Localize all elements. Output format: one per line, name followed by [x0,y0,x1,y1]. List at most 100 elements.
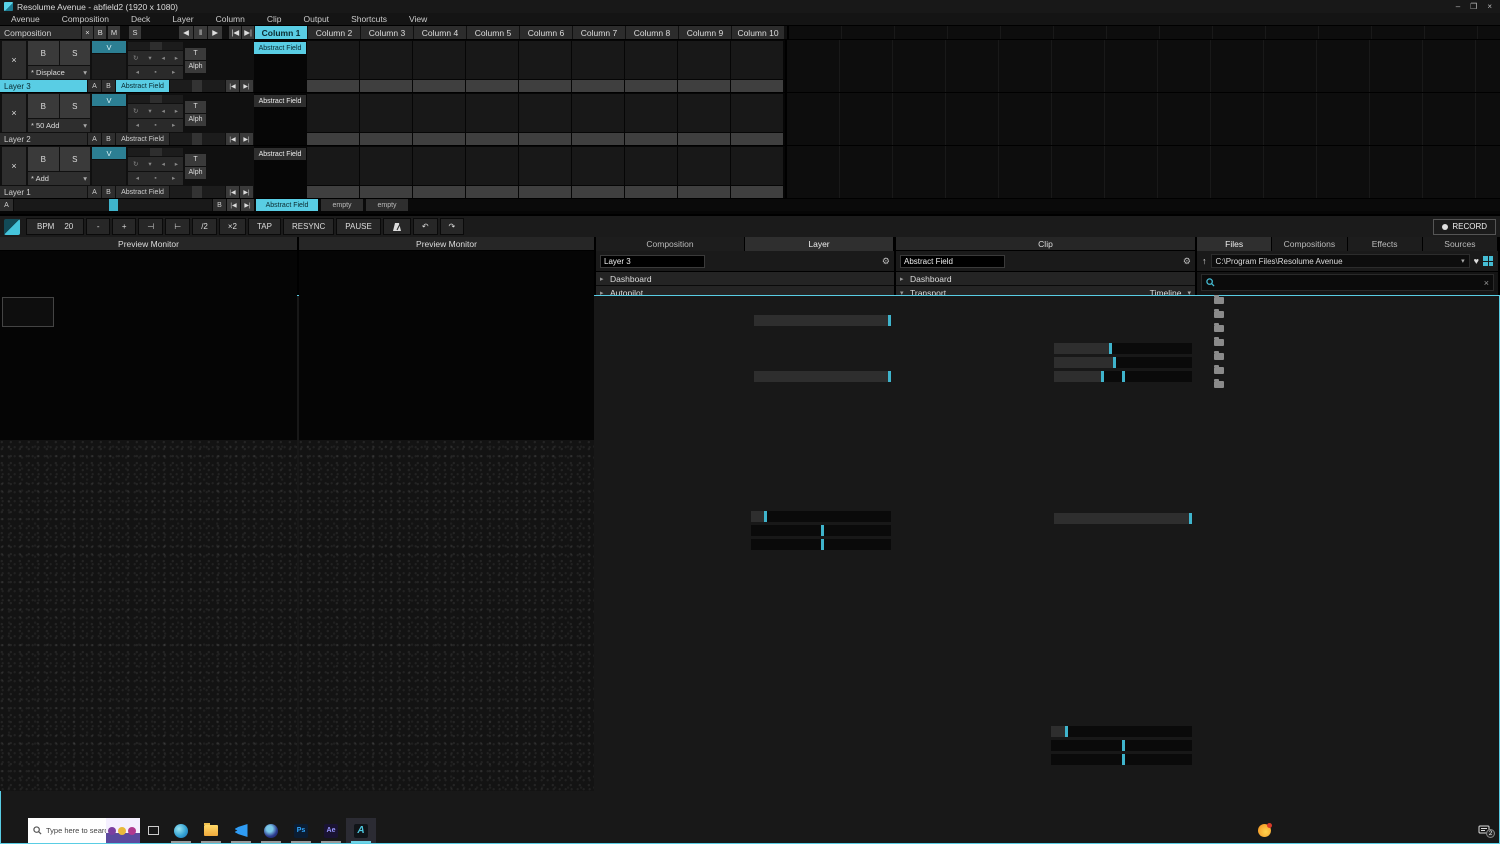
taskbar-aftereffects-icon[interactable]: Ae [316,818,346,843]
empty-clip-cell[interactable] [572,147,624,198]
column3-footer-clip[interactable]: empty [366,199,408,211]
clip-cell-layer2-col1[interactable]: Abstract Field [254,94,306,145]
empty-clip-cell[interactable] [519,94,571,145]
menu-shortcuts[interactable]: Shortcuts [340,14,398,24]
layer3-skip-back[interactable]: |◀ [226,80,239,92]
empty-clip-cell[interactable] [413,94,465,145]
clip-anchor-slider[interactable] [1051,754,1192,765]
menu-column[interactable]: Column [205,14,256,24]
prev-column-button[interactable]: ◀ [179,26,193,39]
taskbar-vscode-icon[interactable] [226,818,256,843]
layer3-clip-progress[interactable] [170,80,225,92]
layer2-bypass-button[interactable]: B [28,94,59,118]
taskbar-photoshop-icon[interactable]: Ps [286,818,316,843]
empty-clip-cell[interactable] [466,147,518,198]
path-select[interactable]: C:\Program Files\Resolume Avenue▾ [1211,254,1470,268]
scale-slider[interactable] [751,511,891,522]
menu-output[interactable]: Output [293,14,341,24]
maximize-button[interactable]: ❐ [1470,2,1477,11]
layer2-solo-button[interactable]: S [60,94,91,118]
bpm-display[interactable]: BPM20 [26,218,84,235]
composition-tab[interactable]: Composition [0,26,81,39]
layer2-active-clip-name[interactable]: Abstract Field [116,133,169,145]
tab-layer[interactable]: Layer [745,237,894,251]
clip-opacity-slider[interactable] [1054,513,1192,524]
next-column-button[interactable]: ▶ [208,26,222,39]
layer2-retrigger-controls[interactable]: ↻▾◂▸ [128,104,183,118]
empty-clip-cell[interactable] [466,94,518,145]
composition-clear-button[interactable]: × [82,26,94,39]
clip-section-dashboard[interactable]: ▸Dashboard [896,272,1195,286]
layer1-transition-button[interactable]: T [185,154,206,166]
close-button[interactable]: × [1487,2,1492,11]
layer2-transport-controls[interactable]: ◂▪▸ [128,119,183,133]
empty-clip-cell[interactable] [519,147,571,198]
bpm-decrease-button[interactable]: - [86,218,110,235]
crossfader-slider[interactable] [14,199,212,211]
folder-up-button[interactable]: ↑ [1202,256,1207,266]
master-slider[interactable] [754,315,891,326]
empty-clip-cell[interactable] [625,147,677,198]
tab-effects[interactable]: Effects [1348,237,1423,251]
skip-fwd-button[interactable]: ▶| [242,26,254,39]
layer1-b-button[interactable]: B [102,186,115,198]
empty-clip-cell[interactable] [360,41,412,92]
crossfader-skip-back[interactable]: |◀ [227,199,240,211]
layer1-bypass-button[interactable]: B [28,147,59,171]
layer2-b-button[interactable]: B [102,133,115,145]
rotation-slider[interactable] [751,525,891,536]
layer2-skip-back[interactable]: |◀ [226,133,239,145]
resync-button[interactable]: RESYNC [283,218,334,235]
empty-clip-cell[interactable] [731,41,783,92]
menu-composition[interactable]: Composition [51,14,120,24]
taskbar-edge-icon[interactable] [166,818,196,843]
empty-clip-cell[interactable] [413,147,465,198]
layer2-name[interactable]: Layer 2 [0,133,87,145]
empty-clip-cell[interactable] [519,41,571,92]
empty-clip-cell[interactable] [466,41,518,92]
empty-clip-cell[interactable] [678,94,730,145]
octaves-slider[interactable] [1054,343,1192,354]
empty-clip-cell[interactable] [307,147,359,198]
column-header-10[interactable]: Column 10 [732,26,784,39]
empty-clip-cell[interactable] [360,147,412,198]
bpm-double-button[interactable]: ×2 [219,218,246,235]
layer-settings-gear-icon[interactable]: ⚙ [882,256,890,267]
empty-clip-cell[interactable] [625,41,677,92]
layer3-b-button[interactable]: B [102,80,115,92]
crossfader-a-button[interactable]: A [0,199,13,211]
column-header-3[interactable]: Column 3 [361,26,413,39]
view-grid-icon[interactable] [1483,256,1493,266]
layer2-video-button[interactable]: V [92,94,126,106]
bpm-increase-button[interactable]: + [112,218,136,235]
redo-button[interactable]: ↷ [440,218,465,235]
undo-button[interactable]: ↶ [413,218,438,235]
tab-composition[interactable]: Composition [596,237,745,251]
layer3-video-button[interactable]: V [92,41,126,53]
column1-footer-clip[interactable]: Abstract Field [256,199,318,211]
layer3-bypass-button[interactable]: B [28,41,59,65]
file-search-input[interactable]: × [1201,274,1494,291]
layer3-active-clip-name[interactable]: Abstract Field [116,80,169,92]
column-header-2[interactable]: Column 2 [308,26,360,39]
pause-button[interactable]: PAUSE [336,218,381,235]
empty-clip-cell[interactable] [413,41,465,92]
layer2-a-button[interactable]: A [88,133,101,145]
menu-deck[interactable]: Deck [120,14,161,24]
layer1-transport-controls[interactable]: ◂▪▸ [128,172,183,186]
layer3-solo-button[interactable]: S [60,41,91,65]
opacity-slider[interactable] [754,371,891,382]
section-dashboard[interactable]: ▸Dashboard [596,272,894,286]
layer3-blend-select[interactable]: * Displace▾ [28,66,90,79]
layer1-alpha-button[interactable]: Alph [185,167,206,179]
clip-scale-slider[interactable] [1051,726,1192,737]
solo-button[interactable]: S [129,26,141,39]
tab-sources[interactable]: Sources [1423,237,1498,251]
nudge-forward-button[interactable]: ⊢ [165,218,190,235]
search-clear-icon[interactable]: × [1484,278,1489,288]
column2-footer-clip[interactable]: empty [321,199,363,211]
layer2-clip-progress[interactable] [170,133,225,145]
column-header-4[interactable]: Column 4 [414,26,466,39]
anchor-slider[interactable] [751,539,891,550]
empty-clip-cell[interactable] [572,94,624,145]
